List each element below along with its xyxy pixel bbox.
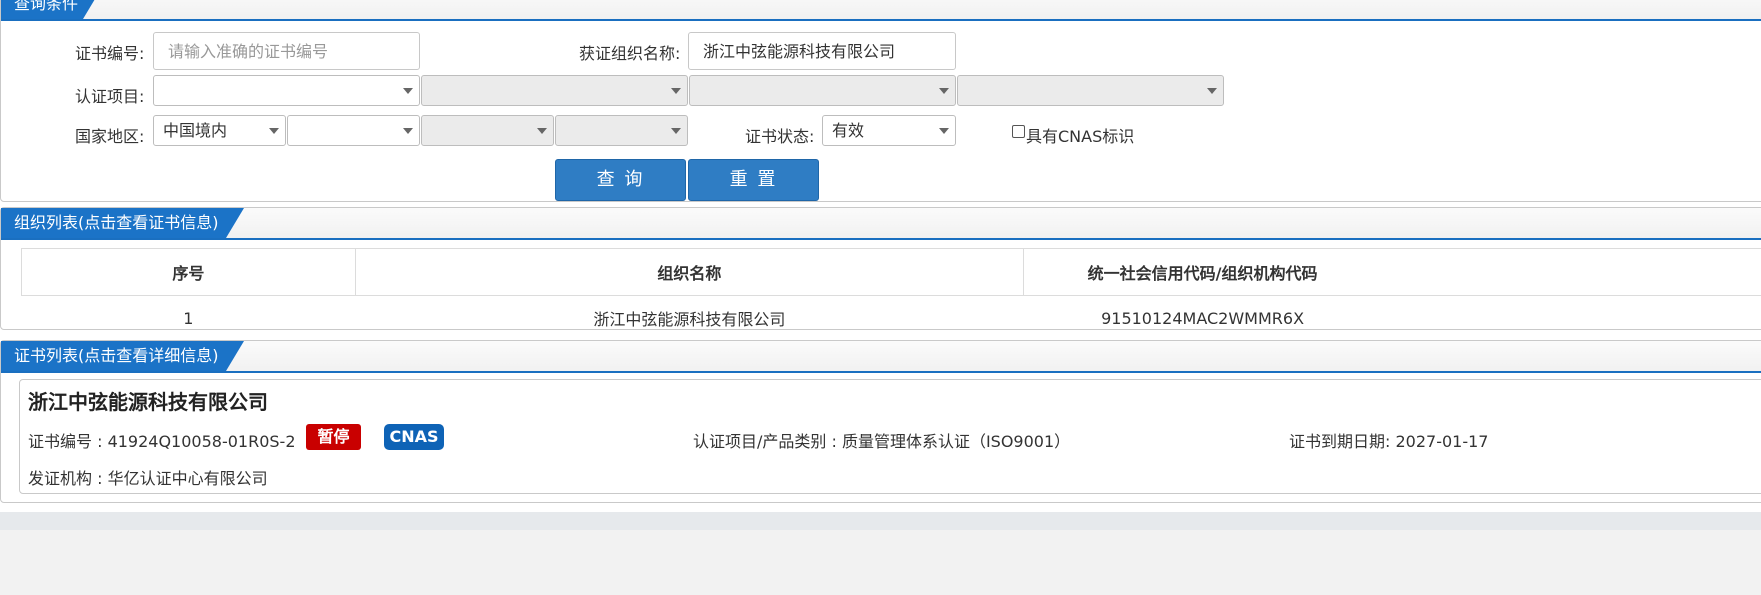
reset-button[interactable]: 重 置 — [688, 159, 819, 201]
table-row[interactable]: 1 浙江中弦能源科技有限公司 91510124MAC2WMMR6X — [21, 295, 1761, 341]
row-org-code: 91510124MAC2WMMR6X — [1023, 295, 1761, 341]
chevron-down-icon — [269, 128, 279, 134]
org-name-input[interactable]: 浙江中弦能源科技有限公司 — [688, 32, 956, 70]
cert-card-cert-no: 证书编号 : 41924Q10058-01R0S-2 — [28, 432, 296, 451]
org-list-tab: 组织列表(点击查看证书信息) — [1, 208, 244, 238]
region-select-2[interactable] — [287, 115, 420, 146]
cert-item-select-2[interactable] — [421, 75, 688, 106]
chevron-down-icon — [403, 128, 413, 134]
region-select-1[interactable]: 中国境内 — [153, 115, 286, 146]
chevron-down-icon — [939, 88, 949, 94]
status-label: 证书状态: — [745, 127, 815, 146]
cnas-badge: CNAS — [384, 424, 444, 450]
chevron-down-icon — [537, 128, 547, 134]
cert-no-label: 证书编号: — [75, 44, 145, 63]
chevron-down-icon — [1207, 88, 1217, 94]
cert-no-input[interactable]: 请输入准确的证书编号 — [153, 32, 420, 70]
query-tab-header: 查询条件 — [1, 0, 1761, 21]
cnas-checkbox[interactable] — [1012, 125, 1025, 138]
cert-item-label: 认证项目: — [75, 87, 145, 106]
cert-list-tab: 证书列表(点击查看详细信息) — [1, 341, 244, 371]
cert-card-org-name: 浙江中弦能源科技有限公司 — [28, 390, 268, 414]
row-org-name[interactable]: 浙江中弦能源科技有限公司 — [355, 295, 1024, 341]
cert-card-issuer: 发证机构 : 华亿认证中心有限公司 — [28, 469, 268, 488]
status-badge: 暂停 — [306, 424, 361, 450]
cert-tab-header: 证书列表(点击查看详细信息) — [1, 341, 1761, 373]
page-bottom-bg — [0, 530, 1761, 595]
page-footer-bar — [0, 512, 1761, 530]
column-header-name: 组织名称 — [354, 248, 1025, 296]
cert-card-expiry: 证书到期日期: 2027-01-17 — [1289, 432, 1489, 451]
org-tab-header: 组织列表(点击查看证书信息) — [1, 208, 1761, 240]
cert-card-category: 认证项目/产品类别 : 质量管理体系认证（ISO9001） — [693, 432, 1071, 451]
org-name-label: 获证组织名称: — [579, 44, 681, 63]
org-table-header: 序号 组织名称 统一社会信用代码/组织机构代码 — [21, 248, 1761, 296]
cert-item-select-4[interactable] — [957, 75, 1224, 106]
chevron-down-icon — [671, 88, 681, 94]
column-header-index: 序号 — [21, 248, 356, 296]
chevron-down-icon — [403, 88, 413, 94]
region-select-value: 中国境内 — [163, 121, 228, 140]
cert-item-select-1[interactable] — [153, 75, 420, 106]
cert-card[interactable]: 浙江中弦能源科技有限公司 证书编号 : 41924Q10058-01R0S-2 … — [19, 379, 1761, 494]
chevron-down-icon — [939, 128, 949, 134]
cnas-checkbox-label[interactable]: 具有CNAS标识 — [1026, 123, 1134, 147]
row-index: 1 — [21, 295, 356, 341]
cert-list-panel: 证书列表(点击查看详细信息) 浙江中弦能源科技有限公司 证书编号 : 41924… — [0, 340, 1761, 503]
org-table: 序号 组织名称 统一社会信用代码/组织机构代码 1 浙江中弦能源科技有限公司 9… — [21, 248, 1761, 341]
status-select[interactable]: 有效 — [822, 115, 956, 146]
region-select-4[interactable] — [555, 115, 688, 146]
query-panel: 查询条件 证书编号: 请输入准确的证书编号 获证组织名称: 浙江中弦能源科技有限… — [0, 0, 1761, 202]
query-tab: 查询条件 — [1, 0, 101, 19]
region-select-3[interactable] — [421, 115, 554, 146]
status-select-value: 有效 — [832, 121, 865, 140]
column-header-code: 统一社会信用代码/组织机构代码 — [1023, 248, 1761, 296]
chevron-down-icon — [671, 128, 681, 134]
cert-item-select-3[interactable] — [689, 75, 956, 106]
region-label: 国家地区: — [75, 127, 145, 146]
search-button[interactable]: 查 询 — [555, 159, 686, 201]
org-list-panel: 组织列表(点击查看证书信息) 序号 组织名称 统一社会信用代码/组织机构代码 1… — [0, 207, 1761, 341]
